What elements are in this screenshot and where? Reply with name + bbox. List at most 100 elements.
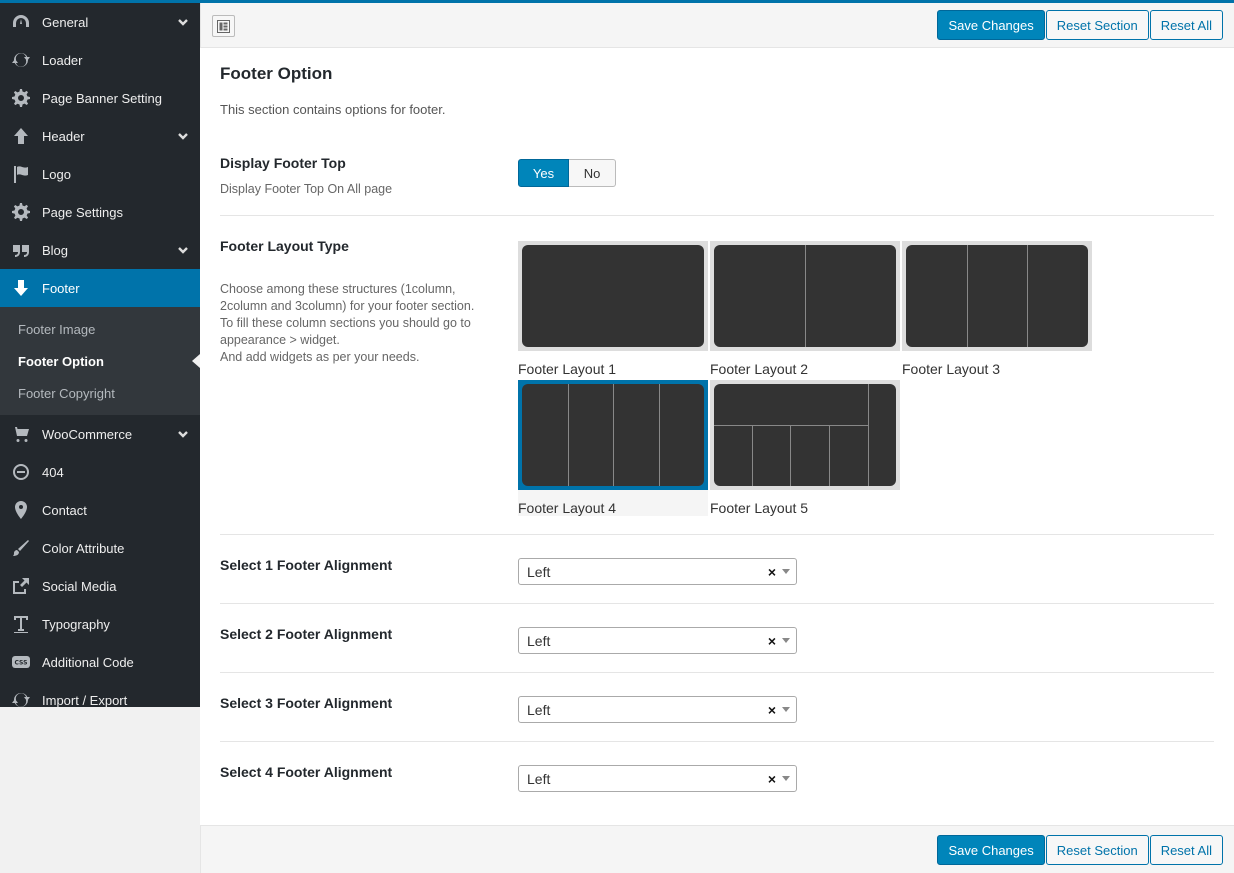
submenu-item-footer-copyright[interactable]: Footer Copyright [0,377,200,409]
display-footer-top-label: Display Footer Top [220,155,346,171]
sidebar-item-label: 404 [42,464,64,480]
sidebar-item-logo[interactable]: Logo [0,155,200,193]
sidebar-item-social-media[interactable]: Social Media [0,567,200,605]
reset-all-button[interactable]: Reset All [1149,10,1223,40]
dropdown-arrow-icon[interactable] [782,638,790,643]
reset-section-button[interactable]: Reset Section [1045,10,1149,40]
save-button[interactable]: Save Changes [937,10,1045,40]
refresh-icon [0,690,42,710]
layout-preview-frame [710,380,900,490]
gear-icon [0,202,42,222]
quote-icon [0,240,42,260]
reset-all-button[interactable]: Reset All [1149,835,1223,865]
dropdown-arrow-icon[interactable] [782,707,790,712]
sidebar-item-additional-code[interactable]: CSS Additional Code [0,643,200,681]
sidebar-item-contact[interactable]: Contact [0,491,200,529]
chevron-down-icon[interactable] [166,130,200,142]
layout-preview [714,384,896,486]
footer-alignment-1-label: Select 1 Footer Alignment [220,557,393,573]
clear-icon[interactable]: × [768,702,776,718]
clear-icon[interactable]: × [768,564,776,580]
chevron-down-icon[interactable] [166,428,200,440]
footer-layout-option-3[interactable]: Footer Layout 3 [902,241,1092,377]
sidebar-item-header[interactable]: Header [0,117,200,155]
sidebar-item-label: Social Media [42,578,117,594]
section-description: This section contains options for footer… [220,102,446,117]
toggle-no-button[interactable]: No [569,159,616,187]
toggle-yes-button[interactable]: Yes [518,159,569,187]
layout-preview-frame [518,241,708,351]
sidebar-item-label: General [42,14,89,30]
layout-icon [217,19,230,33]
select-value: Left [527,770,551,787]
top-button-group: Save Changes Reset Section Reset All [936,10,1223,40]
layout-preview [906,245,1088,347]
chevron-down-icon[interactable] [166,244,200,256]
layout-preview-frame [518,380,708,490]
arrow-down-icon [0,278,42,298]
select-value: Left [527,632,551,649]
layout-preview-frame [710,241,900,351]
display-footer-top-toggle: Yes No [518,159,616,187]
sidebar-item-label: Loader [42,52,83,68]
layout-preview [522,384,704,486]
submenu-item-footer-image[interactable]: Footer Image [0,313,200,345]
cart-icon [0,424,42,444]
dropdown-arrow-icon[interactable] [782,569,790,574]
footer-layout-type-description: Choose among these structures (1column, … [220,281,495,366]
sidebar-item-label: WooCommerce [42,426,133,442]
layout-caption: Footer Layout 4 [518,500,617,516]
minus-circle-icon [0,462,42,482]
sidebar-item-404[interactable]: 404 [0,453,200,491]
footer-alignment-3-select[interactable]: Left × [518,696,797,723]
footer-layout-option-4[interactable]: Footer Layout 4 [518,380,708,516]
footer-alignment-2-select[interactable]: Left × [518,627,797,654]
reset-section-button[interactable]: Reset Section [1045,835,1149,865]
expand-options-button[interactable] [212,15,235,37]
dashboard-icon [0,12,42,32]
sidebar-item-import-export[interactable]: Import / Export [0,681,200,719]
dropdown-arrow-icon[interactable] [782,776,790,781]
sidebar-item-label: Contact [42,502,87,518]
text-icon [0,614,42,634]
sidebar-item-page-settings[interactable]: Page Settings [0,193,200,231]
sidebar-item-label: Logo [42,166,71,182]
submenu-item-footer-option[interactable]: Footer Option [0,345,200,377]
footer-alignment-4-select[interactable]: Left × [518,765,797,792]
sidebar-item-woocommerce[interactable]: WooCommerce [0,415,200,453]
divider [220,603,1214,604]
sidebar-item-page-banner-setting[interactable]: Page Banner Setting [0,79,200,117]
refresh-icon [0,50,42,70]
footer-layout-type-label: Footer Layout Type [220,238,349,254]
gear-icon [0,88,42,108]
layout-caption: Footer Layout 2 [710,361,809,377]
layout-preview-frame [902,241,1092,351]
chevron-down-icon[interactable] [166,16,200,28]
divider [220,215,1214,216]
sidebar-item-label: Header [42,128,85,144]
footer-layout-option-5[interactable]: Footer Layout 5 [710,380,900,516]
save-button[interactable]: Save Changes [937,835,1045,865]
flag-icon [0,164,42,184]
sidebar-item-footer[interactable]: Footer [0,269,200,307]
sidebar-item-general[interactable]: General [0,3,200,41]
top-toolbar: Save Changes Reset Section Reset All [200,3,1234,48]
sidebar-item-label: Additional Code [42,654,134,670]
sidebar-item-loader[interactable]: Loader [0,41,200,79]
divider [220,741,1214,742]
sidebar-item-label: Blog [42,242,69,258]
footer-alignment-1-select[interactable]: Left × [518,558,797,585]
sidebar-item-blog[interactable]: Blog [0,231,200,269]
page-title: Footer Option [220,64,333,83]
sidebar-item-typography[interactable]: Typography [0,605,200,643]
location-pin-icon [0,500,42,520]
share-icon [0,576,42,596]
footer-layout-option-1[interactable]: Footer Layout 1 [518,241,708,377]
description-line: And add widgets as per your needs. [220,350,420,364]
sidebar-item-color-attribute[interactable]: Color Attribute [0,529,200,567]
footer-layout-option-2[interactable]: Footer Layout 2 [710,241,900,377]
clear-icon[interactable]: × [768,633,776,649]
css-icon: CSS [0,652,42,672]
brush-icon [0,538,42,558]
clear-icon[interactable]: × [768,771,776,787]
